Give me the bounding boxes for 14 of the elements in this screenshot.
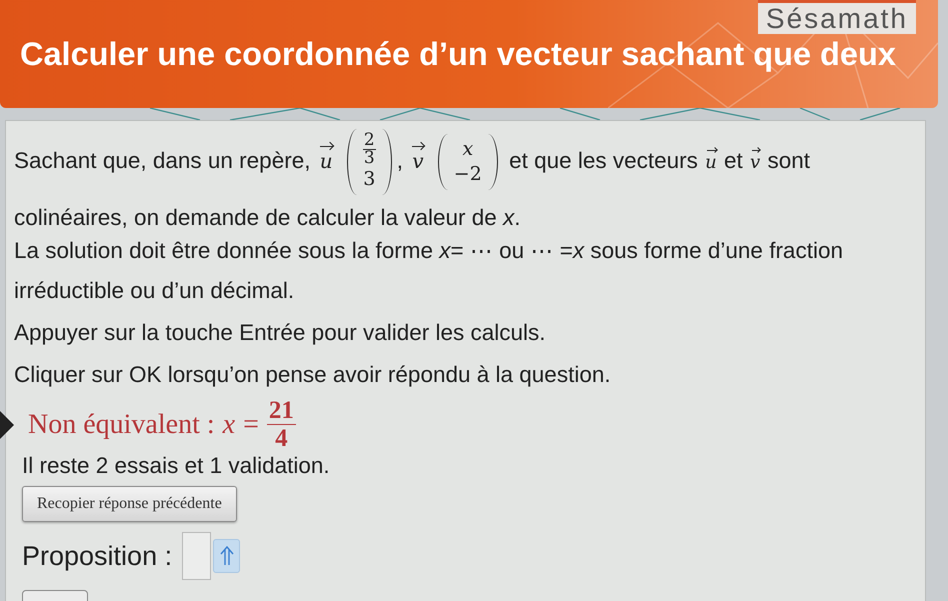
instruction-text: Appuyer sur la touche Entrée pour valider les calculs. [14, 319, 547, 347]
attempts-text: Il reste 2 essais et 1 validation. [22, 452, 331, 480]
logo: Sésamath [758, 0, 916, 34]
answer-input[interactable] [182, 532, 212, 580]
partial-button[interactable] [22, 590, 88, 601]
double-arrow-up-icon [220, 545, 234, 567]
problem-statement: Sachant que, dans un repère, u 2 3 3 , v x −2 et que les vecteurs u et v sont colinéaires, on demande de calculer la valeur de x. [14, 129, 811, 232]
page-title: Calculer une coordonnée d’un vecteur sachant que deux [20, 36, 896, 73]
instruction-text: La solution doit être donnée sous la forme x= ⋯ ou ⋯ =x sous forme d’une fraction irréductible ou d’un décimal. [14, 237, 844, 305]
instruction-text: Cliquer sur OK lorsqu’on pense avoir répondu à la question. [14, 361, 612, 389]
proposition-label: Proposition : [22, 540, 172, 572]
triangle-marker-icon [0, 408, 14, 440]
copy-previous-answer-button[interactable]: Recopier réponse précédente [22, 486, 237, 522]
keyboard-toggle-button[interactable] [213, 539, 240, 573]
